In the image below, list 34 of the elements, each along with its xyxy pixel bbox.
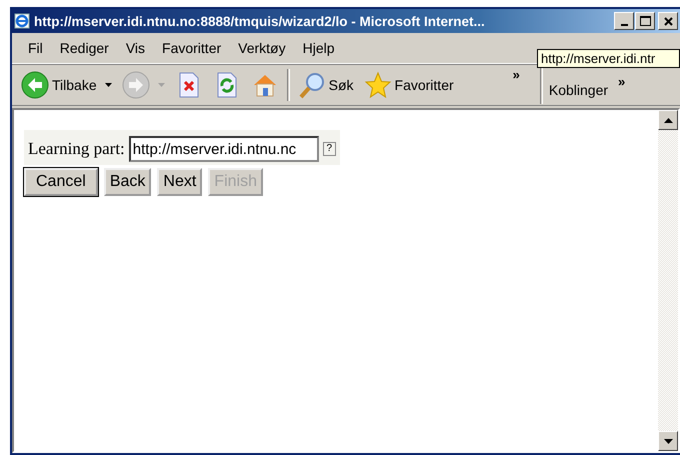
menu-item[interactable]: Rediger [52, 40, 118, 56]
links-button[interactable]: Koblinger [546, 72, 614, 98]
minimize-icon [620, 24, 628, 26]
menu-item[interactable]: Vis [118, 40, 154, 56]
wizard-button[interactable]: Back [104, 168, 152, 196]
scrollbar[interactable] [658, 110, 678, 451]
scroll-up-button[interactable] [658, 110, 678, 130]
menu-item[interactable]: Fil [20, 40, 52, 56]
window-title: http://mserver.idi.ntnu.no:8888/tmquis/wizard2/lo - Microsoft Internet... [34, 14, 486, 28]
menu-item[interactable]: Hjelp [294, 40, 344, 56]
wizard-button[interactable]: Next [157, 168, 202, 196]
browser-icon [14, 13, 30, 29]
toolbar-button[interactable]: Tilbake [16, 71, 117, 99]
help-button[interactable]: ? [322, 142, 336, 156]
maximize-icon [640, 16, 650, 26]
menu-item[interactable]: Verktøy [230, 40, 295, 56]
toolbar-button[interactable]: Søk [292, 71, 359, 99]
close-button[interactable] [658, 12, 678, 30]
menu-item[interactable]: Favoritter [154, 40, 230, 56]
search-icon [298, 71, 326, 99]
tooltip: http://mserver.idi.ntr [537, 49, 680, 68]
star-icon [364, 71, 392, 99]
up-arrow-icon [664, 118, 672, 122]
url-field[interactable]: http://mserver.idi.ntnu.nc [128, 136, 319, 162]
close-icon [664, 16, 672, 26]
more-button[interactable]: » [614, 74, 630, 89]
maximize-button[interactable] [635, 12, 655, 30]
more-button[interactable]: » [508, 67, 524, 82]
wizard-button[interactable]: Cancel [24, 168, 98, 196]
scroll-down-button[interactable] [658, 431, 678, 451]
down-arrow-icon [664, 438, 672, 444]
toolbar-button[interactable]: Favoritter [358, 71, 459, 99]
field-label: Learning part: [28, 139, 125, 159]
minimize-button[interactable] [614, 12, 634, 30]
